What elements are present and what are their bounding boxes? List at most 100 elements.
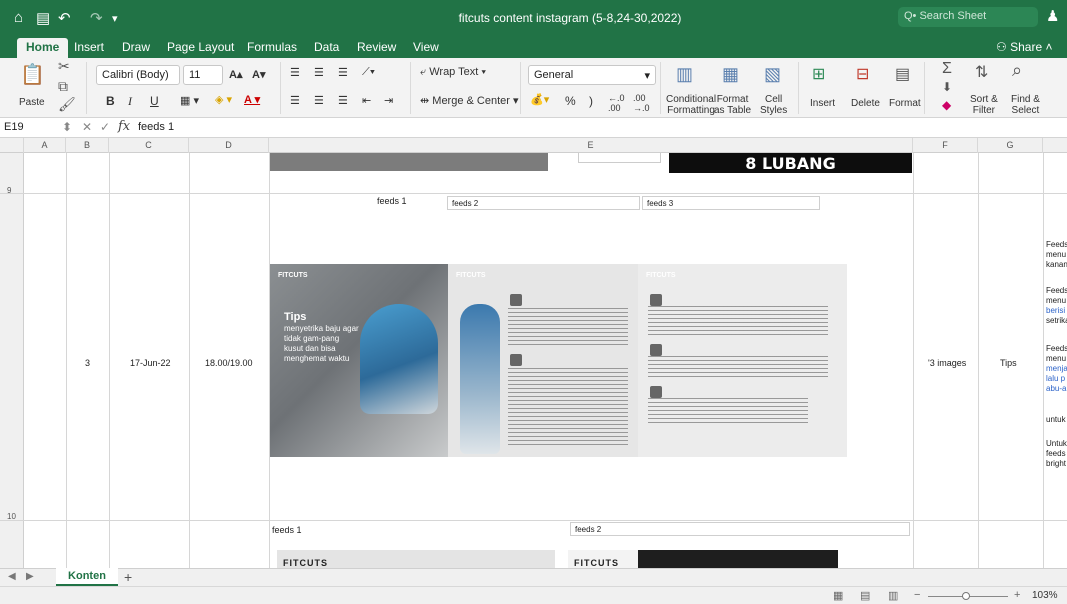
decrease-font-icon[interactable]: A▾ (252, 68, 265, 81)
cell-styles-icon[interactable]: ▧ (764, 64, 781, 85)
increase-decimal-icon[interactable]: ←.0.00 (608, 93, 625, 113)
clear-icon[interactable]: ◆ (942, 98, 951, 112)
home-icon[interactable]: ⌂ (14, 9, 23, 26)
feeds2-bottom-label[interactable]: feeds 2 (570, 522, 910, 536)
feed-image-2[interactable]: FITCUTS (448, 264, 638, 457)
cancel-icon[interactable]: ✕ (82, 120, 92, 134)
tab-data[interactable]: Data (314, 40, 339, 54)
align-right-icon[interactable]: ☰ (338, 94, 348, 107)
tab-view[interactable]: View (413, 40, 439, 54)
column-header-g[interactable]: G (978, 138, 1043, 153)
tab-insert[interactable]: Insert (74, 40, 104, 54)
number-format-select[interactable]: General ▾ (528, 65, 656, 85)
format-as-table-icon[interactable]: ▦ (722, 64, 739, 85)
wrap-text-button[interactable]: ⤶ Wrap Text ▾ (420, 66, 486, 79)
zoom-in-icon[interactable]: + (1014, 589, 1020, 601)
merge-center-button[interactable]: ⇹ Merge & Center ▾ (420, 94, 519, 107)
share-button[interactable]: ⚇ Share ˄ (996, 40, 1052, 54)
comma-button[interactable]: ) (589, 94, 593, 108)
column-header-f[interactable]: F (913, 138, 978, 153)
autosum-icon[interactable]: Σ (942, 60, 952, 78)
accounting-format-icon[interactable]: 💰▾ (530, 93, 549, 106)
format-label[interactable]: Format (889, 98, 921, 109)
redo-icon[interactable]: ↷ (90, 9, 103, 27)
name-box-stepper-icon[interactable]: ⬍ (62, 120, 72, 134)
function-icon[interactable]: fx (118, 119, 130, 134)
sort-filter-label[interactable]: Sort & Filter (970, 94, 998, 116)
format-as-table-label[interactable]: Format as Table (714, 94, 751, 116)
sort-filter-icon[interactable]: ⇅ (975, 62, 988, 82)
borders-icon[interactable]: ▦ ▾ (180, 94, 199, 107)
normal-view-icon[interactable]: ▦ (833, 589, 843, 602)
align-center-icon[interactable]: ☰ (314, 94, 324, 107)
zoom-out-icon[interactable]: − (914, 589, 920, 601)
cell-b10[interactable]: 3 (85, 358, 90, 368)
bold-button[interactable]: B (106, 94, 115, 108)
format-painter-icon[interactable]: 🖌 (58, 96, 76, 113)
copy-icon[interactable]: ⧉ (58, 78, 68, 95)
page-break-view-icon[interactable]: ▥ (888, 589, 898, 602)
align-left-icon[interactable]: ☰ (290, 94, 300, 107)
confirm-icon[interactable]: ✓ (100, 120, 110, 134)
feed-image-1[interactable]: FITCUTS Tips menyetrika baju agar tidak … (270, 264, 448, 457)
feed-image-bottom-right[interactable] (638, 550, 838, 568)
tab-review[interactable]: Review (357, 40, 396, 54)
find-select-label[interactable]: Find & Select (1011, 94, 1040, 116)
conditional-formatting-label[interactable]: Conditional Formatting (666, 94, 716, 116)
feed-image-bottom-left[interactable]: FITCUTS (277, 550, 555, 568)
find-select-icon[interactable]: ⌕ (1012, 60, 1022, 81)
column-header-a[interactable]: A (24, 138, 66, 153)
undo-icon[interactable]: ↶ (58, 9, 71, 27)
fill-icon[interactable]: ⬇ (942, 80, 952, 94)
increase-font-icon[interactable]: A▴ (229, 68, 242, 81)
feed-image-3[interactable]: FITCUTS (638, 264, 847, 457)
delete-cells-icon[interactable]: ⊟ (856, 64, 869, 84)
column-header-d[interactable]: D (189, 138, 269, 153)
font-color-icon[interactable]: A ▾ (244, 93, 260, 106)
orientation-icon[interactable]: ⟋▾ (362, 66, 375, 79)
cell-c10[interactable]: 17-Jun-22 (130, 358, 171, 368)
page-layout-view-icon[interactable]: ▤ (860, 589, 870, 602)
account-icon[interactable]: ♟ (1046, 7, 1059, 25)
worksheet-grid[interactable]: 9 10 8 LUBANG feeds 1 feeds 2 feeds 3 3 … (0, 153, 1067, 568)
cell-d10[interactable]: 18.00/19.00 (205, 358, 253, 368)
save-icon[interactable]: ▤ (36, 9, 50, 27)
column-header-b[interactable]: B (66, 138, 109, 153)
decrease-decimal-icon[interactable]: .00 →.0 (633, 93, 650, 113)
search-sheet-input[interactable]: Q• Search Sheet (898, 7, 1038, 27)
feeds3-label[interactable]: feeds 3 (642, 196, 820, 210)
underline-button[interactable]: U (150, 94, 159, 108)
feed-image-top-left[interactable] (270, 153, 548, 171)
align-bottom-icon[interactable]: ☰ (338, 66, 348, 79)
paste-icon[interactable]: 📋 (20, 62, 45, 87)
prev-sheet-icon[interactable]: ◀ (8, 571, 16, 582)
cell-g10[interactable]: Tips (1000, 358, 1017, 368)
increase-indent-icon[interactable]: ⇥ (384, 94, 393, 107)
tab-page-layout[interactable]: Page Layout (167, 40, 234, 54)
name-box[interactable]: E19 (4, 121, 24, 133)
zoom-slider-handle[interactable] (962, 592, 970, 600)
align-middle-icon[interactable]: ☰ (314, 66, 324, 79)
insert-label[interactable]: Insert (810, 98, 835, 109)
italic-button[interactable]: I (128, 94, 132, 109)
tab-home[interactable]: Home (17, 38, 69, 58)
column-header-c[interactable]: C (109, 138, 189, 153)
column-header-e[interactable]: E (269, 138, 913, 153)
insert-cells-icon[interactable]: ⊞ (812, 64, 825, 84)
conditional-formatting-icon[interactable]: ▥ (676, 64, 693, 85)
formula-input[interactable]: feeds 1 (138, 121, 174, 133)
sheet-tab-konten[interactable]: Konten (56, 568, 118, 586)
format-cells-icon[interactable]: ▤ (895, 64, 910, 84)
delete-label[interactable]: Delete (851, 98, 880, 109)
feeds2-label[interactable]: feeds 2 (447, 196, 640, 210)
percent-button[interactable]: % (565, 94, 576, 108)
next-sheet-icon[interactable]: ▶ (26, 571, 34, 582)
add-sheet-icon[interactable]: + (124, 569, 132, 585)
tab-formulas[interactable]: Formulas (247, 40, 297, 54)
font-size-select[interactable]: 11 (183, 65, 223, 85)
fill-color-icon[interactable]: ◈ ▾ (215, 93, 232, 106)
decrease-indent-icon[interactable]: ⇤ (362, 94, 371, 107)
cell-f10[interactable]: '3 images (928, 358, 966, 368)
cell-styles-label[interactable]: Cell Styles (760, 94, 787, 116)
tab-draw[interactable]: Draw (122, 40, 150, 54)
